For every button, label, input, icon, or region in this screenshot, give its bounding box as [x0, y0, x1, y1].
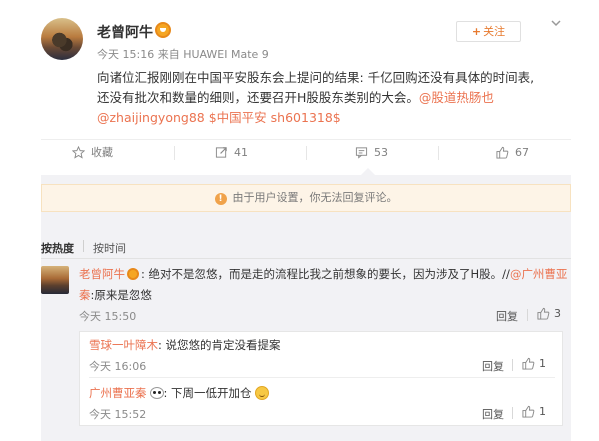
favorite-label: 收藏 — [91, 146, 113, 159]
comment-text: 老曾阿牛 : 绝对不是忽悠，而是走的流程比我之前想象的要长，因为涉及了H股。//@… — [79, 264, 569, 306]
comment-like-button[interactable]: 3 — [537, 307, 561, 320]
action-separator — [174, 146, 175, 160]
follow-label: 关注 — [483, 25, 506, 38]
comment-like-count: 3 — [554, 307, 561, 320]
comment-body: : 绝对不是忽悠，而是走的流程比我之前想象的要长，因为涉及了H股。// — [141, 267, 510, 281]
commenter-name[interactable]: 老曾阿牛 — [79, 267, 125, 281]
author-avatar[interactable] — [41, 18, 83, 60]
mention-link-2[interactable]: @zhaijingyong88 — [97, 110, 205, 125]
post-text-line2-plain: 还没有批次和数量的细则，还要召开H股股东类别的大会。 — [97, 90, 419, 105]
favorite-button[interactable]: 收藏 — [71, 145, 113, 161]
action-separator — [306, 146, 307, 160]
sub-comment-like-button[interactable]: 1 — [522, 357, 546, 370]
sub-comment-text: 雪球一叶障木: 说您悠的肯定没看提案 — [89, 337, 281, 353]
sub-comment-like-button[interactable]: 1 — [522, 405, 546, 418]
comment-time: 今天 15:50 — [79, 310, 137, 323]
notice-text: 由于用户设置，你无法回复评论。 — [232, 191, 398, 204]
thumb-up-icon — [522, 405, 535, 418]
comment-mention-link[interactable]: @广州曹亚 — [510, 267, 568, 281]
commenter-avatar[interactable] — [41, 266, 69, 294]
thumb-up-icon — [537, 307, 550, 320]
author-name[interactable]: 老曾阿牛 — [97, 22, 153, 42]
star-icon — [71, 145, 86, 159]
post-text: 向诸位汇报刚刚在中国平安股东会上提问的结果: 千亿回购还没有具体的时间表, 还没… — [97, 68, 567, 128]
action-separator — [438, 146, 439, 160]
sub-commenter-name[interactable]: 广州曹亚秦 — [89, 386, 147, 400]
comment-count: 53 — [374, 146, 388, 159]
comment-quoted: :原来是忽悠 — [90, 288, 152, 302]
sub-comment-like-count: 1 — [539, 405, 546, 418]
comment-mention-link-cont[interactable]: 秦 — [79, 288, 91, 302]
action-separator — [512, 359, 513, 371]
mention-link-1[interactable]: @股道热肠也 — [419, 90, 494, 105]
thumb-up-icon — [496, 146, 509, 159]
sort-by-time-tab[interactable]: 按时间 — [93, 240, 126, 256]
forward-icon — [215, 147, 227, 158]
topic-link[interactable]: $中国平安 sh601318$ — [209, 110, 341, 125]
sub-comment-text: 广州曹亚秦 : 下周一低开加仓 — [89, 385, 269, 401]
reply-restriction-notice: ! 由于用户设置，你无法回复评论。 — [41, 184, 571, 212]
forward-count: 41 — [234, 146, 248, 159]
sub-comment-like-count: 1 — [539, 357, 546, 370]
post-text-line1: 向诸位汇报刚刚在中国平安股东会上提问的结果: 千亿回购还没有具体的时间表, — [97, 70, 535, 85]
chevron-down-icon[interactable] — [550, 17, 562, 29]
smile-emoji-icon — [254, 386, 269, 400]
plus-icon: + — [471, 25, 482, 38]
warning-icon: ! — [214, 193, 227, 205]
comment-button[interactable]: 53 — [355, 145, 388, 161]
verified-badge-icon — [155, 22, 171, 38]
action-separator — [527, 309, 528, 321]
comment-line2: 秦:原来是忽悠 — [79, 285, 569, 306]
post-text-line3: @zhaijingyong88 $中国平安 sh601318$ — [97, 108, 567, 128]
sort-separator — [83, 240, 84, 252]
forward-button[interactable]: 41 — [215, 145, 248, 161]
like-button[interactable]: 67 — [496, 145, 529, 161]
comment-panel-pointer — [361, 168, 375, 175]
comment-line1: 老曾阿牛 : 绝对不是忽悠，而是走的流程比我之前想象的要长，因为涉及了H股。//@… — [79, 264, 569, 285]
sub-comment-reply-button[interactable]: 回复 — [482, 358, 504, 374]
panda-emoji-icon — [149, 387, 164, 399]
thumb-up-icon — [522, 357, 535, 370]
comment-icon — [355, 147, 368, 159]
post-text-line2: 还没有批次和数量的细则，还要召开H股股东类别的大会。@股道热肠也 — [97, 88, 567, 108]
sub-comment-divider — [89, 377, 555, 378]
like-count: 67 — [515, 146, 529, 159]
comment-reply-button[interactable]: 回复 — [496, 308, 518, 324]
post-meta: 今天 15:16 来自 HUAWEI Mate 9 — [97, 48, 269, 61]
action-separator — [512, 407, 513, 419]
sub-comment-body: : 下周一低开加仓 — [163, 386, 252, 400]
follow-button[interactable]: + 关注 — [456, 21, 521, 42]
comment-divider — [41, 258, 571, 259]
sub-comment-reply-button[interactable]: 回复 — [482, 406, 504, 422]
sub-comment-body: : 说您悠的肯定没看提案 — [158, 338, 281, 352]
sub-commenter-name[interactable]: 雪球一叶障木 — [89, 338, 158, 352]
sub-comment-time: 今天 16:06 — [89, 360, 147, 373]
sort-by-hot-tab[interactable]: 按热度 — [41, 240, 74, 256]
sub-comment-time: 今天 15:52 — [89, 408, 147, 421]
verified-badge-icon — [127, 268, 139, 280]
